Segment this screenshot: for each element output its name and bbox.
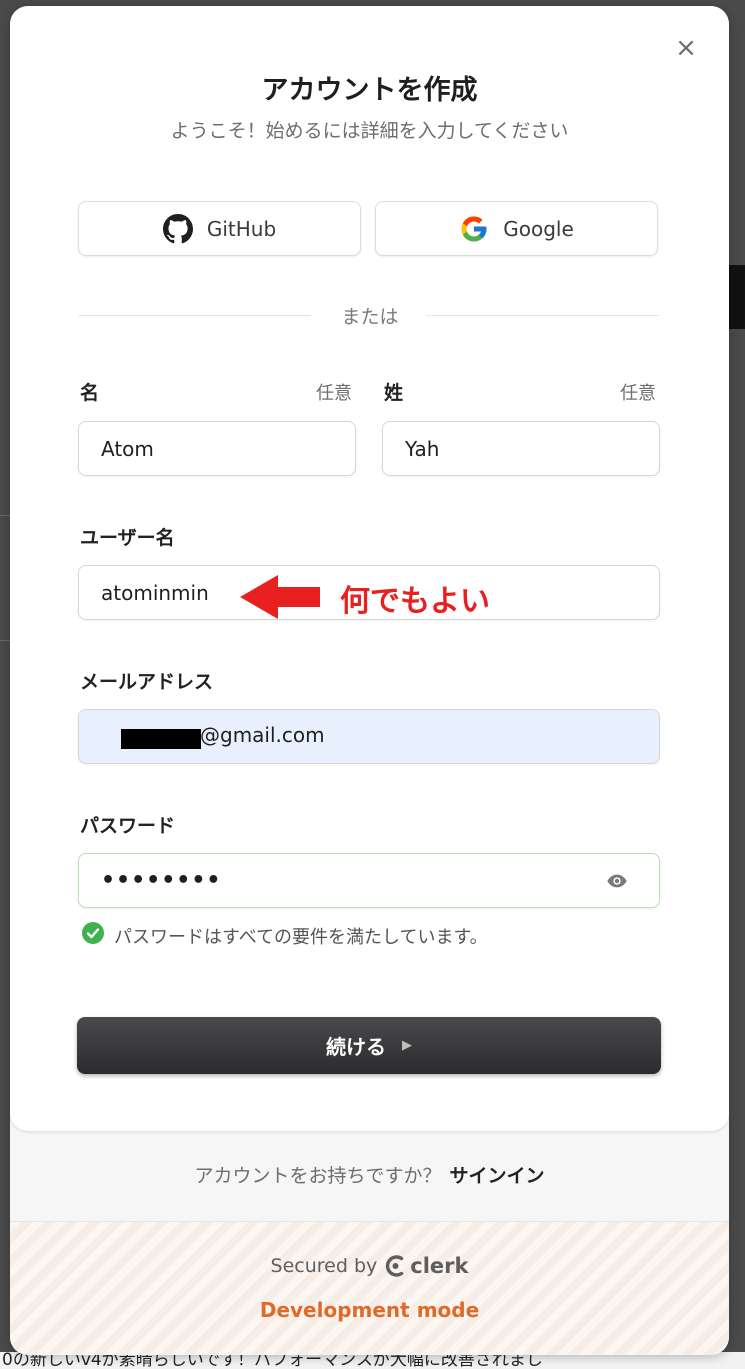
last-name-input[interactable]: Yah [382, 421, 660, 476]
email-label: メールアドレス [80, 671, 214, 693]
page-title: アカウントを作成 [261, 75, 478, 106]
divider-line-right [426, 315, 659, 316]
close-icon: × [675, 33, 697, 63]
signin-prompt: アカウントをお持ちですか？ サインイン [10, 1161, 729, 1188]
username-label: ユーザー名 [80, 527, 175, 549]
close-button[interactable]: × [672, 34, 700, 62]
red-arrow-icon [240, 575, 320, 619]
signin-link[interactable]: サインイン [450, 1165, 545, 1187]
annotation-text: 何でもよい [340, 584, 490, 619]
google-button[interactable]: Google [375, 201, 658, 256]
github-icon [162, 213, 193, 243]
password-value: •••••••• [101, 868, 222, 893]
first-name-optional: 任意 [316, 383, 352, 404]
password-valid-message: パスワードはすべての要件を満たしています。 [114, 927, 488, 948]
dev-mode-label: Development mode [259, 1298, 480, 1322]
continue-label: 続ける [326, 1035, 386, 1059]
redaction-box [121, 729, 201, 749]
password-input[interactable]: •••••••• [78, 853, 660, 908]
dev-mode-area [10, 1222, 729, 1355]
github-button[interactable]: GitHub [78, 201, 361, 256]
check-circle-icon [82, 922, 104, 944]
clerk-wordmark: clerk [410, 1254, 469, 1278]
first-name-label: 名 [80, 382, 100, 404]
clerk-logo[interactable]: clerk [385, 1254, 468, 1278]
backdrop-divider [0, 515, 10, 516]
play-icon: ▶ [402, 1038, 412, 1053]
divider-label: または [341, 306, 399, 328]
eye-icon[interactable] [605, 870, 629, 892]
first-name-value: Atom [101, 436, 154, 461]
last-name-label: 姓 [384, 382, 404, 404]
page-subtitle: ようこそ！始めるには詳細を入力してください [170, 120, 569, 142]
clerk-logo-icon [386, 1255, 404, 1277]
google-icon [461, 216, 487, 241]
signup-card: × アカウントを作成 ようこそ！始めるには詳細を入力してください GitHub … [10, 6, 729, 1131]
first-name-input[interactable]: Atom [78, 421, 356, 476]
last-name-value: Yah [405, 436, 440, 461]
backdrop-divider [0, 640, 10, 641]
email-value: @gmail.com [200, 723, 325, 747]
continue-button[interactable]: 続ける ▶ [77, 1017, 661, 1074]
have-account-text: アカウントをお持ちですか？ [194, 1165, 442, 1187]
divider-line-left [78, 315, 311, 316]
signup-modal: × アカウントを作成 ようこそ！始めるには詳細を入力してください GitHub … [10, 6, 729, 1355]
username-value: atominmin [101, 580, 209, 605]
secured-by: Secured by clerk [10, 1254, 729, 1278]
secured-by-text: Secured by [270, 1255, 378, 1277]
google-label: Google [503, 216, 574, 241]
password-label: パスワード [80, 815, 176, 837]
last-name-optional: 任意 [620, 383, 656, 404]
github-label: GitHub [206, 216, 277, 241]
